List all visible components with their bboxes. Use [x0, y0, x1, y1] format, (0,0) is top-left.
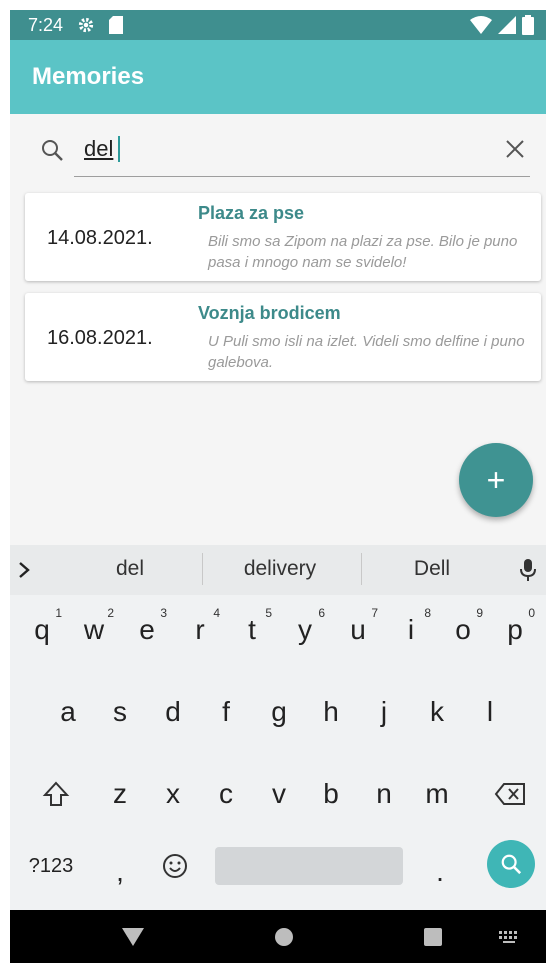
phone-screen: 7:24 Memories 14.08.2021. Plaza za pse B…: [10, 10, 546, 963]
key-x[interactable]: x: [149, 768, 197, 820]
status-bar: 7:24: [10, 10, 546, 40]
recent-apps-icon[interactable]: [424, 928, 442, 946]
search-bar: [10, 114, 546, 188]
settings-icon: [78, 17, 94, 33]
key-t[interactable]: t5: [228, 604, 276, 656]
divider: [361, 553, 362, 585]
key-j[interactable]: j: [360, 686, 408, 738]
key-z[interactable]: z: [96, 768, 144, 820]
key-u[interactable]: u7: [334, 604, 382, 656]
add-memory-button[interactable]: +: [459, 443, 533, 517]
battery-icon: [522, 15, 534, 35]
key-c[interactable]: c: [202, 768, 250, 820]
memory-title: Voznja brodicem: [198, 303, 341, 323]
chevron-right-icon[interactable]: [14, 560, 34, 580]
search-icon: [42, 140, 63, 161]
key-y[interactable]: y6: [281, 604, 329, 656]
suggestion-3[interactable]: Dell: [382, 557, 482, 581]
memory-title: Plaza za pse: [198, 203, 305, 223]
signal-icon: [498, 16, 516, 34]
key-l[interactable]: l: [466, 686, 514, 738]
memory-date: 14.08.2021.: [47, 227, 153, 249]
key-w[interactable]: w2: [70, 604, 118, 656]
divider: [202, 553, 203, 585]
memory-text: U Puli smo isli na izlet. Videli smo del…: [208, 333, 525, 371]
shift-icon: [42, 781, 70, 806]
memory-card[interactable]: 16.08.2021. Voznja brodicem U Puli smo i…: [25, 293, 541, 381]
app-title: Memories: [32, 63, 145, 90]
key-i[interactable]: i8: [387, 604, 435, 656]
key-n[interactable]: n: [360, 768, 408, 820]
sd-card-icon: [109, 16, 124, 34]
key-g[interactable]: g: [255, 686, 303, 738]
key-f[interactable]: f: [202, 686, 250, 738]
mic-icon[interactable]: [518, 558, 538, 582]
key-e[interactable]: e3: [123, 604, 171, 656]
status-time: 7:24: [28, 14, 64, 35]
key-a[interactable]: a: [44, 686, 92, 738]
suggestion-1[interactable]: del: [80, 557, 180, 581]
key-d[interactable]: d: [149, 686, 197, 738]
emoji-icon: [163, 854, 187, 878]
plus-icon: +: [486, 461, 506, 498]
key-o[interactable]: o9: [439, 604, 487, 656]
search-key[interactable]: [487, 840, 535, 888]
backspace-icon: [494, 783, 525, 805]
suggestion-bar: del delivery Dell: [10, 545, 546, 595]
back-icon[interactable]: [122, 928, 144, 946]
shift-key[interactable]: [32, 768, 80, 820]
memory-date: 16.08.2021.: [47, 327, 153, 349]
text-cursor: [118, 136, 120, 162]
navigation-bar: [10, 910, 546, 963]
close-icon[interactable]: [504, 138, 526, 160]
key-r[interactable]: r4: [176, 604, 224, 656]
key-h[interactable]: h: [307, 686, 355, 738]
app-bar: Memories: [10, 40, 546, 114]
key-k[interactable]: k: [413, 686, 461, 738]
wifi-icon: [470, 16, 492, 34]
key-p[interactable]: p0: [491, 604, 539, 656]
backspace-key[interactable]: [486, 768, 534, 820]
search-icon: [501, 854, 522, 875]
key-s[interactable]: s: [96, 686, 144, 738]
memory-text: Bili smo sa Zipom na plazi za pse. Bilo …: [208, 233, 518, 271]
comma-key[interactable]: ,: [96, 846, 144, 898]
suggestion-2[interactable]: delivery: [220, 557, 340, 581]
key-b[interactable]: b: [307, 768, 355, 820]
home-icon[interactable]: [275, 928, 293, 946]
space-key[interactable]: [215, 847, 403, 885]
memory-card[interactable]: 14.08.2021. Plaza za pse Bili smo sa Zip…: [25, 193, 541, 281]
search-input[interactable]: [84, 134, 464, 164]
keyboard-icon[interactable]: [498, 930, 520, 944]
period-key[interactable]: .: [416, 846, 464, 898]
key-q[interactable]: q1: [18, 604, 66, 656]
symbols-key[interactable]: ?123: [20, 840, 82, 892]
key-v[interactable]: v: [255, 768, 303, 820]
search-underline: [74, 176, 530, 177]
key-m[interactable]: m: [413, 768, 461, 820]
emoji-key[interactable]: [151, 840, 199, 892]
